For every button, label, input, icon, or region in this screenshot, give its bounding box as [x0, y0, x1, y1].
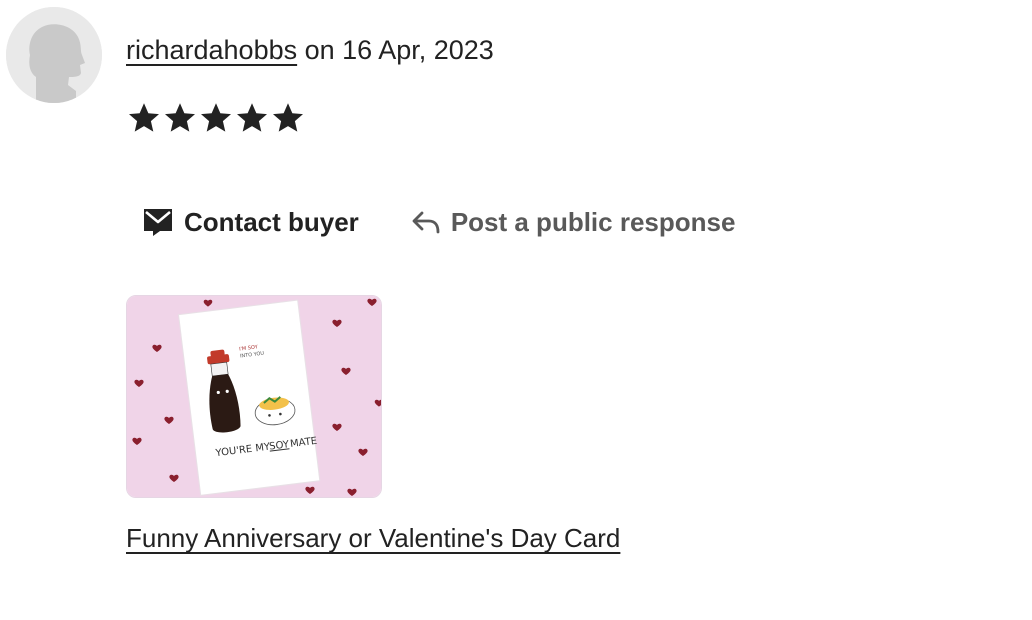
avatar — [6, 7, 102, 103]
star-icon — [165, 103, 195, 132]
person-silhouette-icon — [6, 7, 102, 103]
listing-thumbnail[interactable]: I'M SOY INTO YOU YOU'RE MY SOY MATE — [126, 295, 382, 498]
review-header: richardahobbs on 16 Apr, 2023 — [126, 32, 494, 68]
listing-image: I'M SOY INTO YOU YOU'RE MY SOY MATE — [127, 296, 381, 497]
contact-buyer-button[interactable]: Contact buyer — [138, 200, 363, 244]
review-date: on 16 Apr, 2023 — [297, 35, 494, 65]
envelope-icon — [144, 209, 172, 236]
star-icon — [129, 103, 159, 132]
star-icon — [201, 103, 231, 132]
post-public-response-label: Post a public response — [450, 207, 736, 237]
reply-arrow-icon — [412, 211, 440, 234]
star-icon — [273, 103, 303, 132]
reviewer-username-link[interactable]: richardahobbs — [126, 35, 297, 65]
listing-title-link[interactable]: Funny Anniversary or Valentine's Day Car… — [126, 519, 620, 557]
star-icon — [237, 103, 267, 132]
post-public-response-button[interactable]: Post a public response — [407, 200, 740, 244]
star-rating — [126, 96, 306, 140]
review-actions: Contact buyer Post a public response — [138, 200, 739, 244]
contact-buyer-label: Contact buyer — [184, 207, 359, 237]
